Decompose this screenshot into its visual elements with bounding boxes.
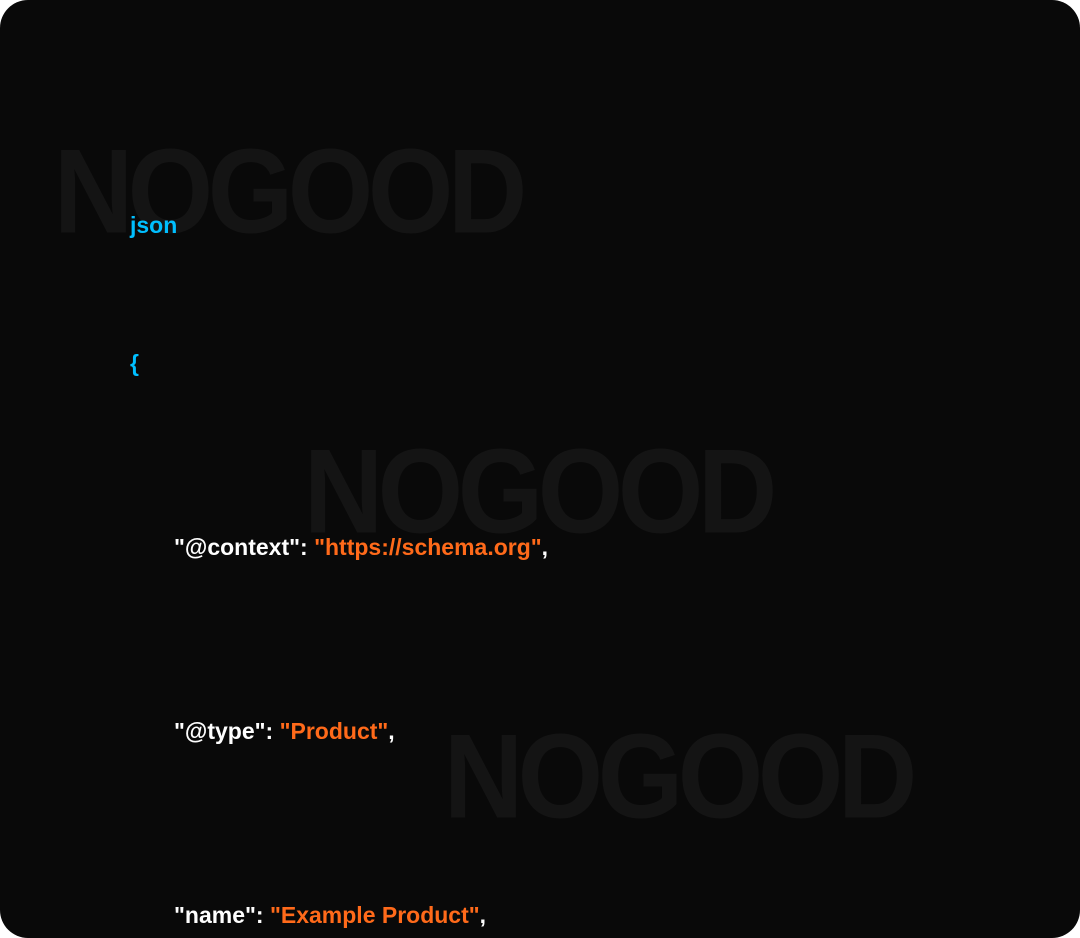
- comma: ,: [542, 534, 548, 560]
- json-string: "Product": [280, 718, 389, 744]
- json-key: "@context": [174, 534, 300, 560]
- colon: :: [256, 902, 270, 928]
- json-key: "@type": [174, 718, 266, 744]
- json-string: "Example Product": [270, 902, 480, 928]
- json-string: "https://schema.org": [314, 534, 542, 560]
- colon: :: [266, 718, 280, 744]
- comma: ,: [388, 718, 394, 744]
- code-block: json { "@context": "https://schema.org",…: [130, 110, 950, 938]
- language-tag: json: [130, 212, 177, 238]
- open-brace: {: [130, 350, 139, 376]
- colon: :: [300, 534, 314, 560]
- comma: ,: [480, 902, 486, 928]
- json-key: "name": [174, 902, 256, 928]
- code-card: NOGOOD NOGOOD NOGOOD json { "@context": …: [0, 0, 1080, 938]
